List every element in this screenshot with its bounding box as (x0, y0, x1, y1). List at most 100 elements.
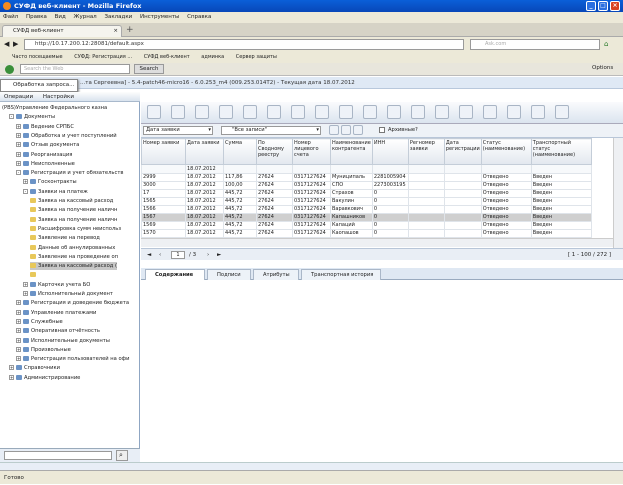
bookmark-sufd-registration[interactable]: СУФД: Регистрация ... (74, 54, 132, 60)
column-header[interactable]: По Сводному реестру (256, 138, 293, 165)
new-tab-button[interactable]: + (126, 26, 136, 36)
column-header[interactable]: Номер лицевого счета (292, 138, 331, 165)
bookmark-admin[interactable]: админка (201, 54, 224, 60)
table-row[interactable]: 17 18.07.2012 445,72 27624 0317127624 Страхов… (141, 189, 592, 198)
tab-signatures[interactable]: Подписи (207, 269, 251, 280)
close-icon[interactable] (507, 105, 521, 119)
grid-vertical-scrollbar[interactable] (613, 138, 623, 248)
expand-icon[interactable]: + (16, 356, 21, 362)
column-header[interactable]: Дата регистрации (443, 138, 482, 165)
tree-item[interactable]: - Документы (9, 113, 55, 121)
tree-item[interactable]: - Регистрация и учет обязательств (16, 169, 123, 177)
send-icon[interactable] (339, 105, 353, 119)
maximize-button[interactable]: □ (598, 1, 608, 11)
tree-item[interactable]: Заявка на получение наличн (30, 206, 117, 214)
column-filter-input[interactable] (530, 164, 592, 174)
column-filter-input[interactable] (330, 164, 373, 174)
menu-view[interactable]: Вид (55, 14, 66, 20)
tree-item[interactable]: Заявка на получение наличн (30, 216, 117, 224)
copy-icon[interactable] (195, 105, 209, 119)
import-icon[interactable] (387, 105, 401, 119)
column-filter-input[interactable] (480, 164, 532, 174)
menu-file[interactable]: Файл (3, 14, 18, 20)
expand-icon[interactable]: + (16, 309, 21, 315)
toolbar-search-input[interactable]: Search the Web (20, 64, 130, 74)
tree-item[interactable]: + Обработка и учет поступлений (16, 132, 117, 140)
column-header[interactable]: Статус (наименование) (480, 138, 532, 165)
table-row[interactable]: 1567 18.07.2012 445,72 27624 0317127624 Капаш… (141, 213, 592, 222)
forward-icon[interactable]: ▶ (13, 40, 18, 48)
filter-value-select[interactable]: "Все записи" ▾ (221, 126, 321, 135)
save-icon[interactable] (531, 105, 545, 119)
filter-field-select[interactable]: Дата заявки ▾ (143, 126, 213, 135)
table-row[interactable]: 3000 18.07.2012 100,00 27624 0317127624 СПО 22… (141, 181, 592, 190)
tree-search-button[interactable]: ⌕ (116, 450, 128, 461)
menu-history[interactable]: Журнал (74, 14, 97, 20)
column-header[interactable]: Сумма (223, 138, 257, 165)
column-filter-input[interactable] (407, 164, 445, 174)
column-filter-input[interactable] (443, 164, 482, 174)
close-button[interactable]: × (610, 1, 620, 11)
filter-icon[interactable] (329, 125, 339, 135)
toolbar-options[interactable]: Options (592, 65, 613, 71)
tree-item[interactable]: + Ведение СРПБС (16, 123, 74, 131)
expand-icon[interactable]: + (23, 179, 28, 185)
expand-icon[interactable]: + (16, 132, 21, 138)
bookmark-security-server[interactable]: Сервер защиты (236, 54, 277, 60)
tree-item[interactable]: + Регистрация пользователей на офи (16, 355, 129, 363)
tree-item[interactable]: + Оперативная отчётность (16, 327, 100, 335)
dropdown-icon[interactable] (171, 105, 185, 119)
column-header[interactable]: Транспортный статус (наименование) (530, 138, 592, 165)
column-header[interactable]: Регномер заявки (407, 138, 445, 165)
column-filter-input[interactable] (141, 164, 186, 174)
tab-transport-history[interactable]: Транспортная история (301, 269, 381, 280)
expand-icon[interactable]: + (16, 160, 21, 166)
tree-item[interactable]: + Госконтракты (23, 178, 77, 186)
sign-icon[interactable] (291, 105, 305, 119)
tree-item[interactable]: + Служебные (16, 318, 63, 326)
search-input[interactable]: Ask.com (470, 39, 600, 50)
column-header[interactable]: Наименование контрагента (330, 138, 373, 165)
tree-item[interactable]: + Исполнительный документ (23, 290, 113, 298)
column-header[interactable]: Дата заявки (185, 138, 224, 165)
delete-icon[interactable] (483, 105, 497, 119)
expand-icon[interactable]: + (16, 300, 21, 306)
expand-icon[interactable]: + (9, 365, 14, 371)
tree-item[interactable]: + Отзыв документа (16, 141, 79, 149)
expand-icon[interactable]: + (16, 123, 21, 129)
collapse-icon[interactable]: - (16, 170, 21, 176)
expand-icon[interactable]: + (16, 337, 21, 343)
toolbar-search-button[interactable]: Search (134, 64, 164, 74)
column-header[interactable]: Номер заявки (141, 138, 186, 165)
table-row[interactable]: 1565 18.07.2012 445,72 27624 0317127624 Вакул… (141, 197, 592, 206)
table-row[interactable]: 1569 18.07.2012 445,72 27624 0317127624 Капац… (141, 221, 592, 230)
column-filter-input[interactable]: 18.07.2012 (185, 164, 224, 174)
menu-help[interactable]: Справка (187, 14, 211, 20)
first-page-icon[interactable]: ◄ (147, 249, 151, 261)
export-icon[interactable] (363, 105, 377, 119)
tree-item[interactable]: + Администрирование (9, 374, 80, 382)
collapse-icon[interactable]: - (9, 114, 14, 120)
last-page-icon[interactable]: ► (217, 249, 221, 261)
tree-item[interactable]: + Неисполненные (16, 160, 75, 168)
add-doc-icon[interactable] (147, 105, 161, 119)
address-bar[interactable]: http://10.17.200.12:28081/default.aspx (24, 39, 464, 50)
table-row[interactable]: 2999 18.07.2012 117,86 27624 0317127624 Муниц… (141, 173, 592, 182)
bookmark-most-visited[interactable]: Часто посещаемые (12, 54, 63, 60)
column-header[interactable]: ИНН (371, 138, 409, 165)
expand-icon[interactable]: + (16, 318, 21, 324)
help-icon[interactable] (459, 105, 473, 119)
tree-item[interactable] (30, 271, 38, 279)
tree-item[interactable]: Заявка на кассовый расход (30, 197, 113, 205)
tree-item[interactable]: Заявление на проведение оп (30, 253, 118, 261)
tree-item[interactable]: Заявка на кассовый расход ( (30, 262, 118, 271)
expand-icon[interactable]: + (16, 142, 21, 148)
minimize-button[interactable]: _ (586, 1, 596, 11)
browser-tab[interactable]: СУФД веб-клиент × (2, 25, 122, 37)
tree-item[interactable]: + Исполнительные документы (16, 337, 110, 345)
filter-clear-icon[interactable] (353, 125, 363, 135)
tree-item[interactable]: Заявление на перевод (30, 234, 100, 242)
column-filter-input[interactable] (256, 164, 293, 174)
tab-attributes[interactable]: Атрибуты (253, 269, 299, 280)
tree-item[interactable]: (PBS)Управление Федерального казна (2, 104, 107, 112)
